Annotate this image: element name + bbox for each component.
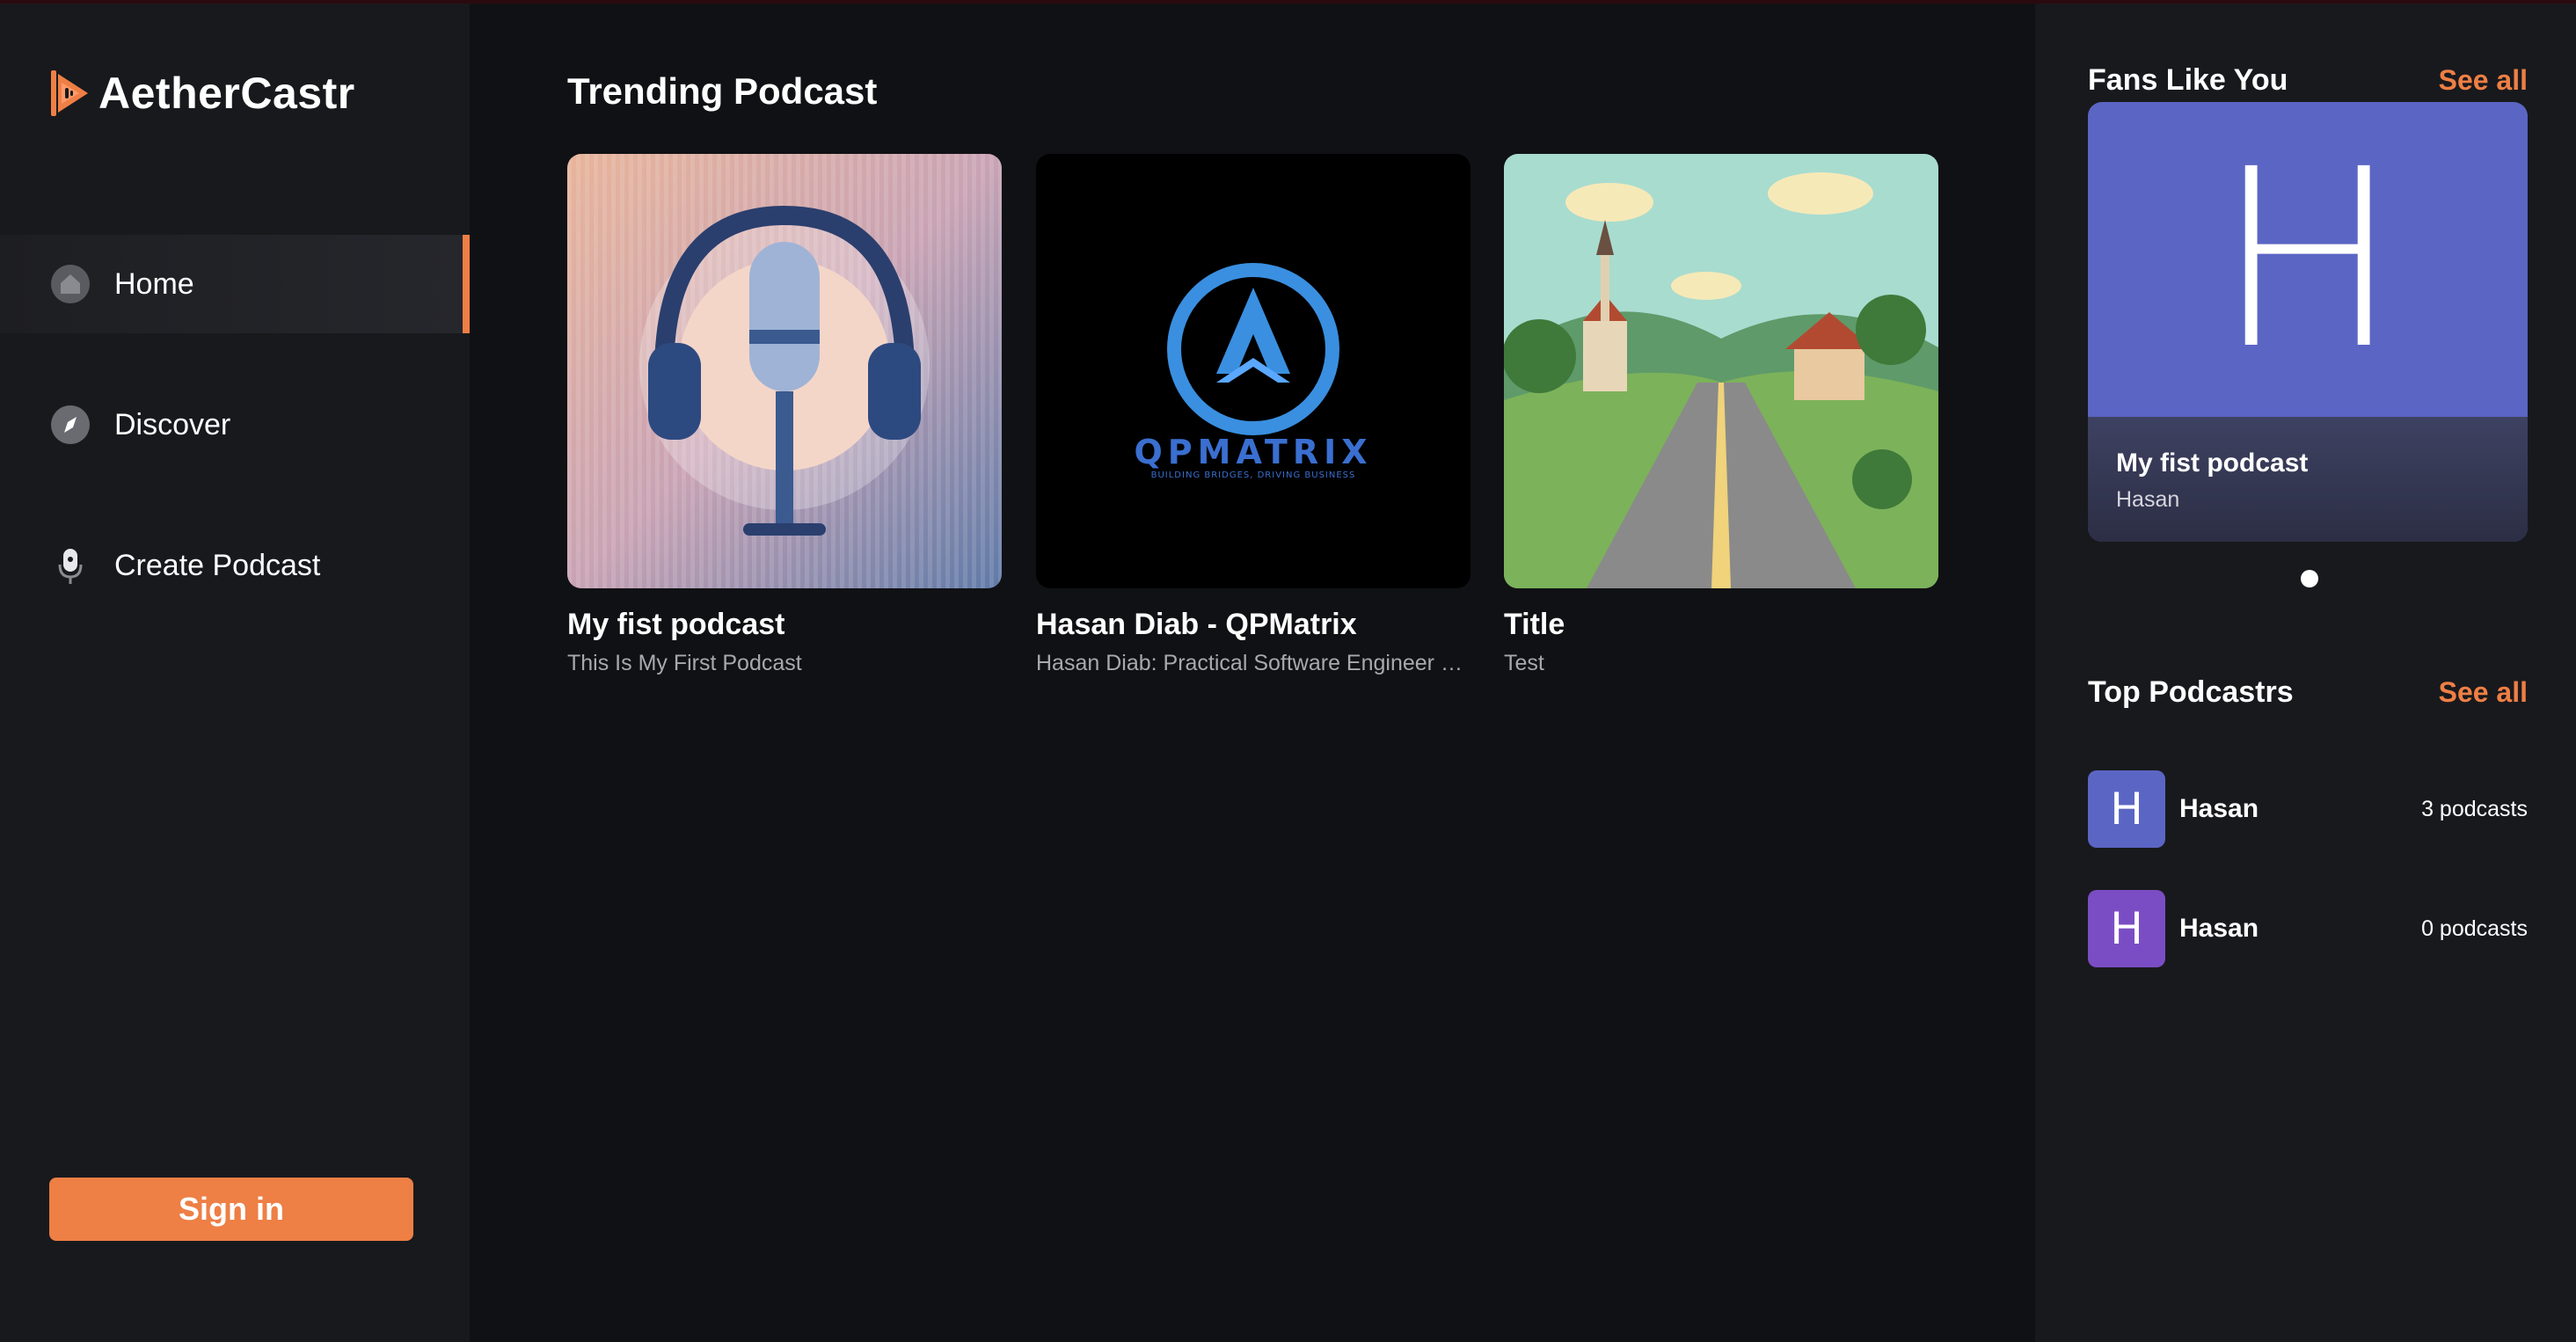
fans-see-all-link[interactable]: See all: [2439, 64, 2528, 97]
top-podcasters-title: Top Podcastrs: [2088, 675, 2294, 709]
fan-card-info: My fist podcast Hasan: [2088, 417, 2528, 542]
sidebar-item-create-podcast[interactable]: Create Podcast: [0, 516, 470, 615]
podcast-cover-image: [567, 154, 1002, 588]
podcast-description: This Is My First Podcast: [567, 651, 802, 675]
fans-like-you-title: Fans Like You: [2088, 63, 2288, 97]
compass-icon: [49, 404, 91, 446]
page-title: Trending Podcast: [567, 70, 878, 112]
sidebar-item-label: Home: [114, 266, 194, 301]
podcaster-row[interactable]: H Hasan 3 podcasts: [2088, 770, 2528, 848]
fans-like-you-header: Fans Like You See all: [2088, 63, 2528, 98]
avatar: H: [2088, 890, 2165, 967]
podcast-cover-image: [1504, 154, 1938, 588]
podcaster-name: Hasan: [2179, 794, 2259, 823]
aethercastr-logo-icon: [51, 70, 88, 116]
podcast-cover-image: QPMATRIX BUILDING BRIDGES, DRIVING BUSIN…: [1036, 154, 1470, 588]
qpmatrix-logo-text: QPMATRIX: [1134, 433, 1372, 471]
podcaster-row[interactable]: H Hasan 0 podcasts: [2088, 890, 2528, 967]
sidebar-item-label: Create Podcast: [114, 548, 321, 582]
sidebar-item-label: Discover: [114, 407, 231, 441]
top-podcasters-header: Top Podcastrs See all: [2088, 675, 2528, 710]
app-logo[interactable]: AetherCastr: [49, 67, 355, 120]
fan-card-author: Hasan: [2116, 487, 2180, 512]
fan-card-title: My fist podcast: [2116, 449, 2309, 478]
podcast-card[interactable]: My fist podcast This Is My First Podcast: [567, 154, 1002, 676]
avatar: H: [2088, 770, 2165, 848]
podcast-count: 0 podcasts: [2421, 915, 2528, 941]
signin-button[interactable]: Sign in: [49, 1178, 413, 1241]
sidebar-item-discover[interactable]: Discover: [0, 376, 470, 474]
right-sidebar: Fans Like You See all H My fist podcast …: [2035, 4, 2576, 1342]
app-name: AetherCastr: [99, 69, 355, 118]
podcast-title: My fist podcast: [567, 608, 785, 641]
podcast-description: Hasan Diab: Practical Software Engineer …: [1036, 651, 1470, 675]
podcast-title: Hasan Diab - QPMatrix: [1036, 608, 1357, 641]
podcast-title: Title: [1504, 608, 1565, 641]
podcast-card[interactable]: QPMATRIX BUILDING BRIDGES, DRIVING BUSIN…: [1036, 154, 1470, 676]
fan-podcast-card[interactable]: H My fist podcast Hasan: [2088, 102, 2528, 542]
left-sidebar: AetherCastr Home Discover Create Podcast…: [0, 4, 470, 1342]
fan-card-letter: H: [2215, 117, 2401, 404]
carousel-dot[interactable]: [2301, 570, 2318, 587]
microphone-icon: [49, 544, 91, 587]
podcast-description: Test: [1504, 651, 1544, 675]
qpmatrix-logo-tagline: BUILDING BRIDGES, DRIVING BUSINESS: [1151, 470, 1356, 480]
top-podcasters-see-all-link[interactable]: See all: [2439, 676, 2528, 709]
podcast-card[interactable]: Title Test: [1504, 154, 1938, 676]
podcast-count: 3 podcasts: [2421, 796, 2528, 821]
podcaster-name: Hasan: [2179, 914, 2259, 943]
home-icon: [49, 263, 91, 305]
sidebar-item-home[interactable]: Home: [0, 235, 470, 333]
